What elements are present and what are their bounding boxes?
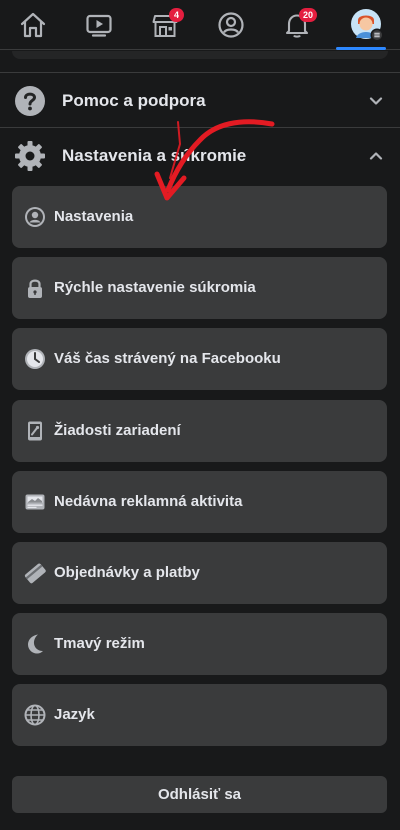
device-icon	[28, 421, 42, 441]
notifications-badge: 20	[299, 8, 318, 22]
clock-icon	[25, 349, 45, 369]
menu-item-orders-payments[interactable]: Objednávky a platby	[12, 542, 387, 604]
active-tab-indicator	[336, 47, 386, 50]
home-icon	[20, 12, 46, 38]
gear-icon	[15, 141, 45, 171]
menu-item-device-requests-label: Žiadosti zariadení	[54, 422, 181, 439]
nav-home[interactable]	[0, 0, 66, 50]
marketplace-badge: 4	[169, 8, 184, 22]
menu-item-language-label: Jazyk	[54, 706, 95, 723]
menu-item-dark-mode[interactable]: Tmavý režim	[12, 613, 387, 675]
user-circle-icon	[25, 207, 45, 227]
nav-watch[interactable]	[66, 0, 132, 50]
help-icon	[15, 86, 45, 116]
menu-item-time-on-facebook[interactable]: Váš čas strávený na Facebooku	[12, 328, 387, 390]
section-settings-privacy[interactable]: Nastavenia a súkromie	[0, 127, 400, 183]
menu-item-privacy-shortcuts-label: Rýchle nastavenie súkromia	[54, 279, 256, 296]
menu-avatar-icon	[351, 9, 384, 42]
profile-icon	[218, 12, 244, 38]
menu-item-device-requests[interactable]: Žiadosti zariadení	[12, 400, 387, 462]
chevron-up-icon	[369, 152, 383, 160]
previous-content-edge	[12, 51, 388, 59]
menu-item-dark-mode-label: Tmavý režim	[54, 635, 145, 652]
section-help-support[interactable]: Pomoc a podpora	[0, 72, 400, 128]
menu-item-settings[interactable]: Nastavenia	[12, 186, 387, 248]
menu-item-recent-ad-activity-label: Nedávna reklamná aktivita	[54, 493, 243, 510]
ad-activity-icon	[25, 494, 45, 510]
section-settings-label: Nastavenia a súkromie	[62, 146, 247, 165]
menu-item-orders-payments-label: Objednávky a platby	[54, 564, 200, 581]
nav-notifications[interactable]: 20	[264, 0, 330, 50]
card-icon	[24, 563, 46, 584]
top-navigation: 4 20	[0, 0, 400, 50]
chevron-down-icon	[369, 97, 383, 105]
nav-marketplace[interactable]: 4	[132, 0, 198, 50]
globe-icon	[24, 704, 46, 726]
nav-profile[interactable]	[198, 0, 264, 50]
watch-icon	[86, 14, 112, 37]
section-help-label: Pomoc a podpora	[62, 91, 206, 110]
menu-item-recent-ad-activity[interactable]: Nedávna reklamná aktivita	[12, 471, 387, 533]
menu-item-settings-label: Nastavenia	[54, 208, 134, 225]
menu-item-language[interactable]: Jazyk	[12, 684, 387, 746]
menu-item-privacy-shortcuts[interactable]: Rýchle nastavenie súkromia	[12, 257, 387, 319]
logout-button[interactable]: Odhlásiť sa	[12, 776, 387, 813]
menu-item-time-on-facebook-label: Váš čas strávený na Facebooku	[54, 350, 281, 367]
lock-icon	[28, 279, 42, 298]
nav-menu[interactable]	[334, 0, 400, 50]
moon-icon	[28, 634, 43, 654]
